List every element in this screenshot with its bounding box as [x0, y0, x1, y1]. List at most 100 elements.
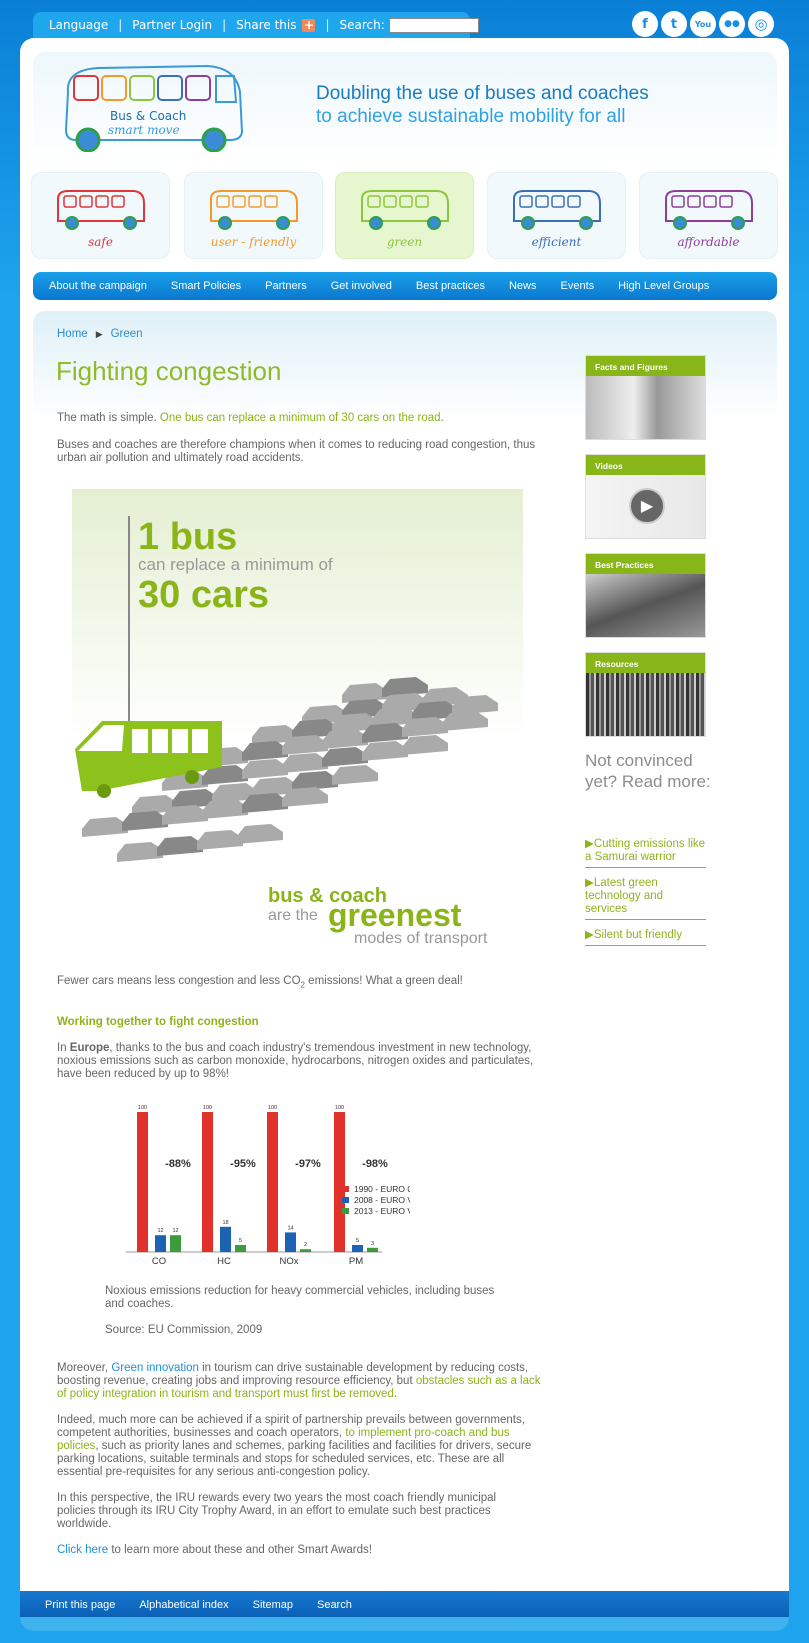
bar	[367, 1247, 378, 1252]
data-label: 2	[304, 1242, 307, 1248]
page-bottom-edge	[20, 1617, 789, 1631]
bus-icon	[57, 190, 145, 230]
flickr-icon[interactable]: ●●	[719, 11, 745, 37]
separator: |	[118, 18, 123, 32]
category-tile-safe[interactable]: safe	[31, 172, 170, 259]
bar	[137, 1112, 148, 1252]
reduction-label: -88%	[165, 1158, 191, 1170]
green-end: .	[393, 1388, 398, 1400]
data-label: 18	[222, 1220, 228, 1226]
plus-icon: +	[302, 18, 316, 32]
car-shape	[242, 759, 288, 779]
nav-events[interactable]: Events	[561, 280, 595, 292]
category-label: CO	[152, 1256, 166, 1267]
sitemap-link[interactable]: Sitemap	[253, 1599, 293, 1611]
section-heading: Working together to fight congestion	[57, 1016, 259, 1028]
alphabetical-index-link[interactable]: Alphabetical index	[139, 1599, 228, 1611]
readmore-label: Latest green technology and services	[585, 877, 664, 915]
data-label: 12	[157, 1228, 163, 1234]
breadcrumb-arrow-icon: ▶	[95, 329, 103, 339]
intro-end: .	[440, 412, 444, 424]
fewer-part1: Fewer cars means less congestion and les…	[57, 975, 301, 987]
car-shape	[332, 765, 378, 785]
infographic-big1: 1 bus	[138, 516, 237, 558]
breadcrumb-current[interactable]: Green	[111, 328, 143, 340]
search-input[interactable]	[388, 17, 479, 33]
readmore-item[interactable]: ▶Silent but friendly	[585, 929, 706, 946]
europe-rest: , thanks to the bus and coach industry's…	[57, 1042, 534, 1080]
bar	[170, 1235, 181, 1252]
footer-search-link[interactable]: Search	[317, 1599, 352, 1611]
category-tile-affordable[interactable]: affordable	[639, 172, 778, 259]
bar	[155, 1235, 166, 1252]
intro-paragraph: The math is simple. One bus can replace …	[57, 412, 547, 425]
europe-bold: Europe	[69, 1042, 110, 1054]
nav-smart-policies[interactable]: Smart Policies	[171, 280, 241, 292]
readmore-item[interactable]: ▶Cutting emissions like a Samurai warrio…	[585, 838, 706, 868]
nav-partners[interactable]: Partners	[265, 280, 307, 292]
reduction-label: -98%	[362, 1158, 388, 1170]
social-links: f t You ●● ◎	[632, 11, 774, 37]
click-here-paragraph: Click here to learn more about these and…	[57, 1544, 547, 1557]
nav-get-involved[interactable]: Get involved	[331, 280, 392, 292]
car-shape	[242, 741, 288, 761]
category-tile-efficient[interactable]: efficient	[487, 172, 626, 259]
nav-high-level-groups[interactable]: High Level Groups	[618, 280, 709, 292]
breadcrumb: Home ▶ Green	[57, 328, 143, 340]
nav-best-practices[interactable]: Best practices	[416, 280, 485, 292]
print-page-link[interactable]: Print this page	[45, 1599, 115, 1611]
category-label: safe	[88, 235, 113, 249]
intro-highlight: One bus can replace a minimum of 30 cars…	[159, 412, 441, 424]
main-navigation: About the campaign Smart Policies Partne…	[33, 272, 777, 300]
resources-box[interactable]: Resources	[585, 652, 706, 737]
videos-box[interactable]: Videos ▶	[585, 454, 706, 539]
not-convinced-heading: Not convinced yet? Read more:	[585, 751, 711, 791]
best-practices-title: Best Practices	[586, 554, 705, 580]
category-tile-green[interactable]: green	[335, 172, 474, 259]
youtube-icon[interactable]: You	[690, 11, 716, 37]
reduction-label: -95%	[230, 1158, 256, 1170]
category-label: HC	[217, 1256, 231, 1267]
green-innovation-link[interactable]: Green innovation	[111, 1362, 199, 1374]
facebook-icon[interactable]: f	[632, 11, 658, 37]
click-rest: to learn more about these and other Smar…	[108, 1544, 372, 1556]
tagline-line1: Doubling the use of buses and coaches	[316, 83, 649, 104]
data-label: 5	[239, 1238, 242, 1244]
green-innovation-paragraph: Moreover, Green innovation in tourism ca…	[57, 1362, 542, 1401]
play-icon[interactable]: ▶	[629, 488, 665, 524]
best-practices-box[interactable]: Best Practices	[585, 553, 706, 638]
nav-about-the-campaign[interactable]: About the campaign	[49, 280, 147, 292]
legend-swatch	[342, 1186, 349, 1192]
car-shape	[117, 842, 163, 862]
logo-text-line1: Bus & Coach	[110, 109, 186, 123]
footer-bar: Print this page Alphabetical index Sitem…	[20, 1591, 789, 1618]
chart-source: Source: EU Commission, 2009	[105, 1324, 263, 1336]
facts-and-figures-box[interactable]: Facts and Figures	[585, 355, 706, 440]
partner-login-link[interactable]: Partner Login	[132, 18, 212, 32]
car-shape	[122, 811, 168, 831]
readmore-item[interactable]: ▶Latest green technology and services	[585, 877, 706, 920]
europe-paragraph: In Europe, thanks to the bus and coach i…	[57, 1042, 542, 1081]
category-label: NOx	[280, 1256, 299, 1267]
category-label: affordable	[677, 235, 740, 249]
bus-coach-logo[interactable]: Bus & Coach smart move	[58, 62, 254, 152]
breadcrumb-home-link[interactable]: Home	[57, 328, 88, 340]
instagram-icon[interactable]: ◎	[748, 11, 774, 37]
legend-swatch	[342, 1197, 349, 1203]
language-link[interactable]: Language	[49, 18, 108, 32]
car-shape	[237, 824, 283, 844]
category-tile-user-friendly[interactable]: user - friendly	[184, 172, 323, 259]
videos-image: ▶	[586, 475, 705, 538]
car-shape	[282, 753, 328, 773]
share-link[interactable]: Share this +	[236, 18, 316, 32]
twitter-icon[interactable]: t	[661, 11, 687, 37]
click-here-link[interactable]: Click here	[57, 1544, 108, 1556]
bar	[220, 1226, 231, 1252]
bar	[267, 1112, 278, 1252]
legend-label: 1990 - EURO 0	[354, 1184, 410, 1194]
nav-news[interactable]: News	[509, 280, 537, 292]
bar	[300, 1249, 311, 1252]
infographic-slogan3: greenest	[328, 897, 462, 933]
videos-title: Videos	[586, 455, 705, 481]
data-label: 100	[203, 1105, 212, 1111]
